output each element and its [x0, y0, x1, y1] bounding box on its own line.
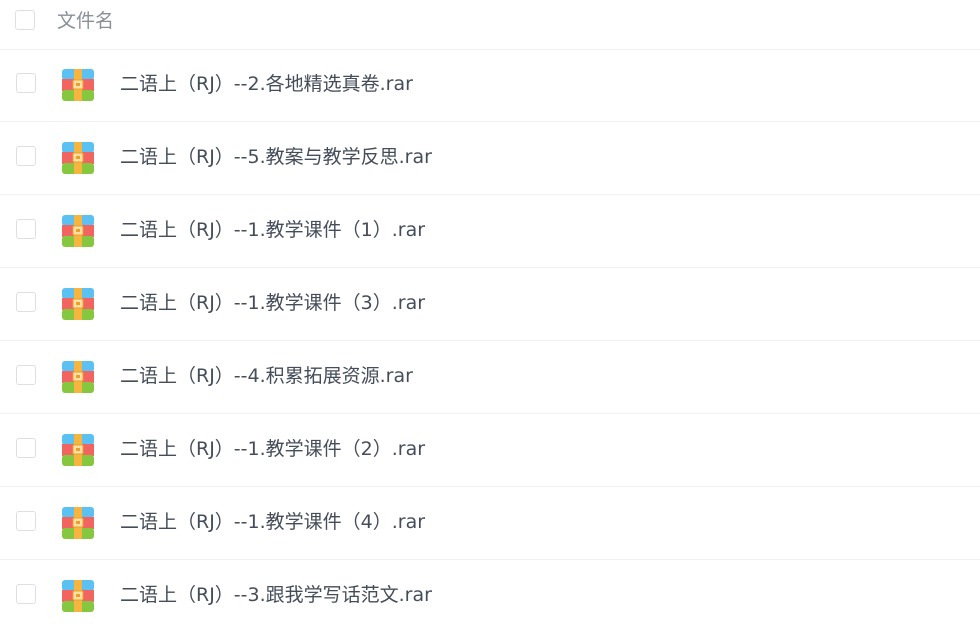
row-checkbox[interactable]: [16, 438, 36, 458]
row-checkbox[interactable]: [16, 511, 36, 531]
file-name-link[interactable]: 二语上（RJ）--5.教案与教学反思.rar: [120, 144, 432, 170]
file-row[interactable]: 二语上（RJ）--4.积累拓展资源.rar: [0, 341, 980, 414]
file-name-link[interactable]: 二语上（RJ）--2.各地精选真卷.rar: [120, 71, 413, 97]
rar-archive-icon: [62, 361, 94, 393]
rar-archive-icon: [62, 288, 94, 320]
file-row[interactable]: 二语上（RJ）--1.教学课件（3）.rar: [0, 268, 980, 341]
file-row[interactable]: 二语上（RJ）--1.教学课件（1）.rar: [0, 195, 980, 268]
row-checkbox[interactable]: [16, 219, 36, 239]
rar-archive-icon: [62, 142, 94, 174]
select-all-checkbox[interactable]: [15, 10, 35, 30]
file-row[interactable]: 二语上（RJ）--2.各地精选真卷.rar: [0, 49, 980, 122]
file-row[interactable]: 二语上（RJ）--1.教学课件（4）.rar: [0, 487, 980, 560]
rar-archive-icon: [62, 580, 94, 612]
row-checkbox[interactable]: [16, 292, 36, 312]
file-name-link[interactable]: 二语上（RJ）--1.教学课件（3）.rar: [120, 290, 425, 316]
rar-archive-icon: [62, 69, 94, 101]
file-name-link[interactable]: 二语上（RJ）--3.跟我学写话范文.rar: [120, 582, 432, 608]
file-row[interactable]: 二语上（RJ）--1.教学课件（2）.rar: [0, 414, 980, 487]
rar-archive-icon: [62, 215, 94, 247]
file-list-header: 文件名: [0, 0, 980, 50]
file-row[interactable]: 二语上（RJ）--5.教案与教学反思.rar: [0, 122, 980, 195]
row-checkbox[interactable]: [16, 365, 36, 385]
rar-archive-icon: [62, 507, 94, 539]
file-row[interactable]: 二语上（RJ）--3.跟我学写话范文.rar: [0, 560, 980, 632]
file-name-link[interactable]: 二语上（RJ）--4.积累拓展资源.rar: [120, 363, 413, 389]
file-name-link[interactable]: 二语上（RJ）--1.教学课件（1）.rar: [120, 217, 425, 243]
file-name-link[interactable]: 二语上（RJ）--1.教学课件（4）.rar: [120, 509, 425, 535]
row-checkbox[interactable]: [16, 73, 36, 93]
file-name-link[interactable]: 二语上（RJ）--1.教学课件（2）.rar: [120, 436, 425, 462]
filename-column-header[interactable]: 文件名: [57, 8, 114, 34]
row-checkbox[interactable]: [16, 146, 36, 166]
file-rows: 二语上（RJ）--2.各地精选真卷.rar 二语上（RJ）--5.教案与教学反思…: [0, 49, 980, 632]
row-checkbox[interactable]: [16, 584, 36, 604]
file-list: 文件名 二语上（RJ）--2.各地精选真卷.rar 二语上（RJ）--5.教案与…: [0, 0, 980, 632]
rar-archive-icon: [62, 434, 94, 466]
